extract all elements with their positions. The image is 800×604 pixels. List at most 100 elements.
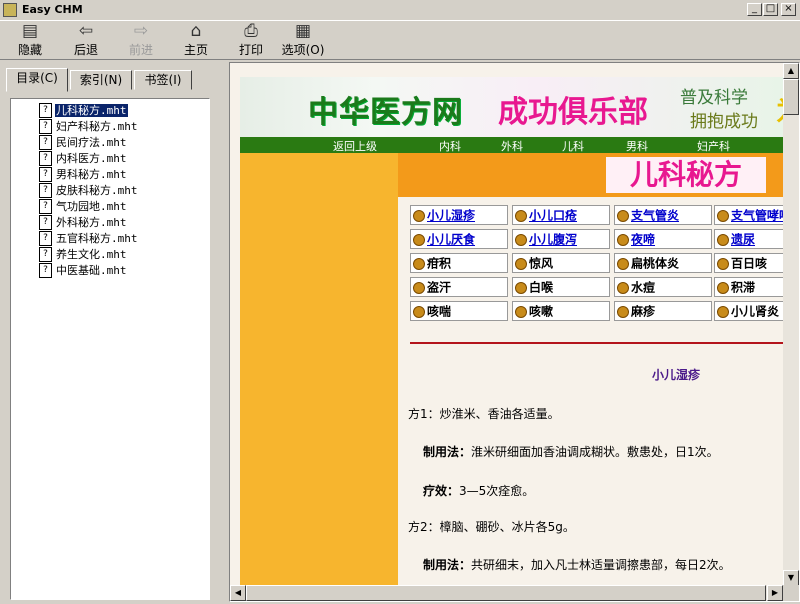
scroll-up-button[interactable]: ▲: [783, 63, 799, 79]
tree-item[interactable]: ? 妇产科秘方.mht: [39, 118, 139, 134]
remedy-item: 小儿肾炎: [714, 301, 783, 321]
nav-obstetrics[interactable]: 妇产科: [697, 138, 730, 154]
app-icon: [3, 3, 17, 17]
remedy-item: 麻疹: [614, 301, 712, 321]
remedy-item: 疳积: [410, 253, 508, 273]
left-column: [240, 153, 398, 586]
remedy-link[interactable]: 小儿厌食: [410, 229, 508, 249]
banner-slogan-2: 拥抱成功: [690, 112, 758, 132]
tree-item[interactable]: ? 民间疗法.mht: [39, 134, 128, 150]
tree-item-label: 皮肤科秘方.mht: [56, 184, 138, 197]
vertical-scrollbar[interactable]: ▲ ▼: [783, 63, 799, 586]
remedy-link[interactable]: 遗尿: [714, 229, 783, 249]
remedy-label: 支气管炎: [631, 208, 680, 223]
back-arrow-icon: ⇦: [78, 21, 94, 41]
remedy-link[interactable]: 小儿口疮: [512, 205, 610, 225]
maximize-button[interactable]: □: [763, 3, 778, 16]
remedy-item: 惊风: [512, 253, 610, 273]
close-button[interactable]: ×: [781, 3, 796, 16]
tree-item[interactable]: ? 男科秘方.mht: [39, 166, 128, 182]
remedy-label: 小儿口疮: [529, 208, 578, 223]
tree-item[interactable]: ? 皮肤科秘方.mht: [39, 182, 139, 198]
title-bar: Easy CHM _ □ ×: [0, 0, 800, 21]
tab-contents[interactable]: 目录(C): [6, 68, 68, 92]
options-button[interactable]: ▦ 选项(O): [275, 21, 331, 59]
nav-back-link[interactable]: 返回上级: [333, 138, 377, 154]
help-page-icon: ?: [39, 118, 52, 134]
bullet-icon: [413, 209, 425, 222]
remedy-link[interactable]: 小儿湿疹: [410, 205, 508, 225]
remedy-label: 盗汗: [427, 280, 452, 295]
scroll-right-button[interactable]: ▶: [767, 585, 783, 601]
hide-icon: ▤: [21, 21, 39, 41]
home-button[interactable]: ⌂ 主页: [168, 21, 224, 59]
bullet-icon: [515, 281, 527, 294]
remedy-link[interactable]: 夜啼: [614, 229, 712, 249]
home-icon: ⌂: [190, 21, 202, 41]
hide-button[interactable]: ▤ 隐藏: [2, 21, 58, 59]
nav-andrology[interactable]: 男科: [626, 138, 648, 154]
remedy-link[interactable]: 支气管炎: [614, 205, 712, 225]
tree-item[interactable]: ? 外科秘方.mht: [39, 214, 128, 230]
prescription-1-method: 制用法：淮米研细面加香油调成糊状。敷患处，日1次。: [423, 443, 719, 460]
horizontal-scrollbar[interactable]: ◀ ▶: [230, 585, 783, 601]
bullet-icon: [413, 281, 425, 294]
tree-item-label: 儿科秘方.mht: [55, 104, 128, 117]
forward-button[interactable]: ⇨ 前进: [113, 21, 169, 59]
bullet-icon: [617, 233, 629, 246]
remedy-item: 咳喘: [410, 301, 508, 321]
remedy-label: 小儿腹泻: [529, 232, 578, 247]
tree-item[interactable]: ? 儿科秘方.mht: [39, 102, 128, 118]
pane-splitter[interactable]: [219, 62, 223, 602]
method-label: 制用法：: [423, 445, 472, 459]
scroll-down-button[interactable]: ▼: [783, 570, 799, 586]
remedy-item: 盗汗: [410, 277, 508, 297]
effect-text: 3—5次痊愈。: [459, 484, 535, 498]
tree-item[interactable]: ? 养生文化.mht: [39, 246, 128, 262]
section-header: 儿科秘方: [398, 153, 783, 197]
window-title: Easy CHM: [22, 3, 83, 16]
remedy-link[interactable]: 支气管哮喘: [714, 205, 783, 225]
method-label: 制用法：: [423, 558, 472, 572]
remedy-link[interactable]: 小儿腹泻: [512, 229, 610, 249]
bullet-icon: [617, 281, 629, 294]
remedy-grid: 小儿湿疹 小儿口疮 支气管炎 支气管哮喘 小儿厌食 小儿腹泻 夜啼 遗尿 疳积 …: [410, 205, 783, 325]
prescription-2-method: 制用法：共研细末，加入凡士林适量调擦患部，每日2次。: [423, 556, 731, 573]
tree-item[interactable]: ? 中医基础.mht: [39, 262, 128, 278]
remedy-item: 白喉: [512, 277, 610, 297]
scroll-left-button[interactable]: ◀: [230, 585, 246, 601]
tab-bookmarks[interactable]: 书签(I): [134, 70, 192, 90]
remedy-label: 小儿湿疹: [427, 208, 476, 223]
remedy-label: 支气管哮喘: [731, 208, 783, 223]
nav-internal-medicine[interactable]: 内科: [439, 138, 461, 154]
site-nav: 返回上级 内科 外科 儿科 男科 妇产科: [240, 137, 783, 153]
html-page: 中华医方网 成功俱乐部 普及科学 拥抱成功 为 返回上级 内科 外科 儿科 男科…: [230, 63, 783, 586]
print-button[interactable]: ⎙ 打印: [223, 21, 279, 59]
tree-item[interactable]: ? 内科医方.mht: [39, 150, 128, 166]
tab-index[interactable]: 索引(N): [70, 70, 132, 90]
scroll-thumb[interactable]: [783, 79, 799, 115]
forward-button-label: 前进: [128, 43, 153, 57]
prescription-2: 方2：樟脑、硼砂、冰片各5g。: [408, 520, 575, 534]
effect-label: 疗效：: [423, 484, 460, 498]
tree-item[interactable]: ? 五官科秘方.mht: [39, 230, 139, 246]
nav-pediatrics[interactable]: 儿科: [562, 138, 584, 154]
bullet-icon: [717, 257, 729, 270]
nav-surgery[interactable]: 外科: [501, 138, 523, 154]
content-pane: 中华医方网 成功俱乐部 普及科学 拥抱成功 为 返回上级 内科 外科 儿科 男科…: [229, 62, 800, 602]
remedy-item: 扁桃体炎: [614, 253, 712, 273]
tree-item-label: 中医基础.mht: [56, 264, 127, 277]
minimize-button[interactable]: _: [747, 3, 762, 16]
remedy-label: 咳嗽: [529, 304, 554, 319]
contents-tree: ? 儿科秘方.mht ? 妇产科秘方.mht ? 民间疗法.mht ? 内科医方.mht…: [10, 98, 210, 600]
bullet-icon: [717, 209, 729, 222]
site-logo: 中华医方网: [308, 95, 463, 130]
scroll-corner: [783, 585, 799, 601]
remedy-label: 夜啼: [631, 232, 656, 247]
tree-item[interactable]: ? 气功园地.mht: [39, 198, 128, 214]
help-page-icon: ?: [39, 102, 52, 118]
print-button-label: 打印: [238, 43, 263, 57]
section-title: 儿科秘方: [606, 157, 766, 193]
hscroll-thumb[interactable]: [246, 585, 766, 601]
back-button[interactable]: ⇦ 后退: [58, 21, 114, 59]
